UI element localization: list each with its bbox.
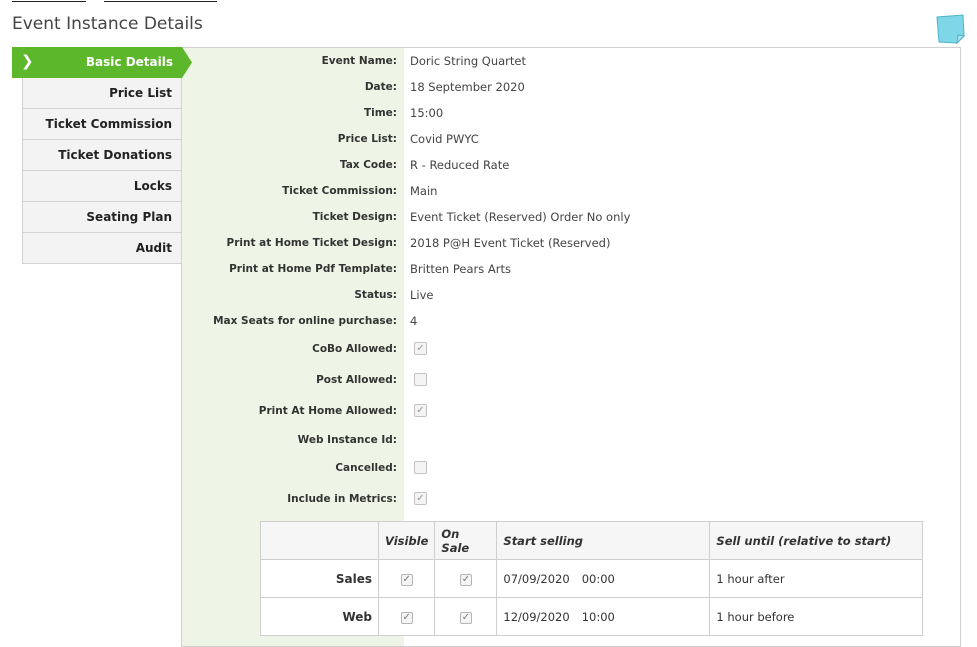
on-sale-checkbox[interactable]: ✓ <box>459 612 472 624</box>
field-include-metrics: Include in Metrics: ✓ <box>181 489 961 509</box>
field-label: CoBo Allowed: <box>312 343 397 355</box>
field-max-seats: Max Seats for online purchase: 4 <box>181 311 961 331</box>
start-date[interactable]: 12/09/2020 <box>503 610 569 624</box>
page-title: Event Instance Details <box>12 14 203 34</box>
field-status: Status: Live <box>181 285 961 305</box>
table-row: Web ✓ ✓ 12/09/2020 10:00 1 hour before <box>260 597 924 636</box>
field-label: Event Name: <box>321 55 397 67</box>
field-label: Ticket Design: <box>312 211 397 223</box>
field-value: Britten Pears Arts <box>410 262 511 276</box>
field-ticket-commission: Ticket Commission: Main <box>181 181 961 201</box>
start-selling-cell: 12/09/2020 10:00 <box>496 597 711 636</box>
sell-until-cell: 1 hour after <box>709 559 924 598</box>
field-value: Covid PWYC <box>410 132 479 146</box>
visible-cell: ✓ <box>377 559 436 598</box>
field-ticket-design: Ticket Design: Event Ticket (Reserved) Or… <box>181 207 961 227</box>
tab-ticket-donations[interactable]: Ticket Donations <box>22 140 182 171</box>
on-sale-checkbox[interactable]: ✓ <box>459 574 472 586</box>
field-label: Ticket Commission: <box>282 185 397 197</box>
field-cobo-allowed: CoBo Allowed: ✓ <box>181 339 961 359</box>
field-value: 2018 P@H Event Ticket (Reserved) <box>410 236 611 250</box>
start-selling-cell: 07/09/2020 00:00 <box>496 559 711 598</box>
channel-name: Web <box>260 597 379 636</box>
chevron-right-icon: ❯ <box>21 52 34 70</box>
sales-schedule-table: Visible On Sale Start selling Sell until… <box>260 521 924 636</box>
field-label: Print at Home Pdf Template: <box>229 263 397 275</box>
breadcrumb-link[interactable] <box>12 0 86 2</box>
visible-cell: ✓ <box>377 597 436 636</box>
table-row: Sales ✓ ✓ 07/09/2020 00:00 1 hour after <box>260 559 924 598</box>
field-label: Price List: <box>337 133 397 145</box>
tab-label: Basic Details <box>85 55 173 69</box>
field-value: Doric String Quartet <box>410 54 526 68</box>
visible-header: Visible <box>377 521 436 560</box>
field-cancelled: Cancelled: <box>181 458 961 478</box>
tab-ticket-commission[interactable]: Ticket Commission <box>22 109 182 140</box>
field-label: Include in Metrics: <box>287 493 397 505</box>
field-label: Print At Home Allowed: <box>258 405 397 417</box>
channel-name: Sales <box>260 559 379 598</box>
field-label: Print at Home Ticket Design: <box>226 237 397 249</box>
tab-seating-plan[interactable]: Seating Plan <box>22 202 182 233</box>
start-date[interactable]: 07/09/2020 <box>503 572 569 586</box>
tab-locks[interactable]: Locks <box>22 171 182 202</box>
field-value: Main <box>410 184 438 198</box>
field-pah-allowed: Print At Home Allowed: ✓ <box>181 401 961 421</box>
field-label: Time: <box>363 107 397 119</box>
field-pah-ticket-design: Print at Home Ticket Design: 2018 P@H Eve… <box>181 233 961 253</box>
tab-price-list[interactable]: Price List <box>22 78 182 109</box>
field-label: Status: <box>354 289 397 301</box>
field-value: Event Ticket (Reserved) Order No only <box>410 210 631 224</box>
field-value: Live <box>410 288 434 302</box>
on-sale-cell: ✓ <box>434 597 498 636</box>
start-time[interactable]: 10:00 <box>582 610 615 624</box>
sticky-note-icon[interactable] <box>934 14 966 45</box>
field-event-name: Event Name: Doric String Quartet <box>181 51 961 71</box>
sell-until-cell: 1 hour before <box>709 597 924 636</box>
field-value: 4 <box>410 314 418 328</box>
field-value: 15:00 <box>410 106 444 120</box>
field-label: Web Instance Id: <box>297 434 397 446</box>
pah-allowed-checkbox[interactable]: ✓ <box>414 404 427 417</box>
cobo-allowed-checkbox[interactable]: ✓ <box>414 342 427 355</box>
start-selling-header: Start selling <box>496 521 711 560</box>
visible-checkbox[interactable]: ✓ <box>400 574 413 586</box>
field-label: Cancelled: <box>335 462 397 474</box>
table-header-row: Visible On Sale Start selling Sell until… <box>260 521 924 560</box>
field-value: 18 September 2020 <box>410 80 525 94</box>
field-time: Time: 15:00 <box>181 103 961 123</box>
field-tax-code: Tax Code: R - Reduced Rate <box>181 155 961 175</box>
field-pah-pdf-template: Print at Home Pdf Template: Britten Pears… <box>181 259 961 279</box>
field-date: Date: 18 September 2020 <box>181 77 961 97</box>
tab-audit[interactable]: Audit <box>22 233 182 264</box>
field-label: Post Allowed: <box>316 374 397 386</box>
on-sale-header: On Sale <box>434 521 498 560</box>
tab-basic-details[interactable]: ❯ Basic Details <box>12 47 192 78</box>
field-label: Date: <box>364 81 397 93</box>
include-metrics-checkbox[interactable]: ✓ <box>414 492 427 505</box>
field-label: Max Seats for online purchase: <box>213 315 397 327</box>
field-value: R - Reduced Rate <box>410 158 510 172</box>
field-label: Tax Code: <box>339 159 397 171</box>
breadcrumb-link[interactable] <box>104 0 217 2</box>
field-price-list: Price List: Covid PWYC <box>181 129 961 149</box>
start-time[interactable]: 00:00 <box>582 572 615 586</box>
sell-until-header: Sell until (relative to start) <box>709 521 924 560</box>
post-allowed-checkbox[interactable] <box>414 373 427 386</box>
cancelled-checkbox[interactable] <box>414 461 427 474</box>
on-sale-cell: ✓ <box>434 559 498 598</box>
row-name-header <box>260 521 379 560</box>
field-post-allowed: Post Allowed: <box>181 370 961 390</box>
visible-checkbox[interactable]: ✓ <box>400 612 413 624</box>
field-web-instance-id: Web Instance Id: <box>181 430 961 450</box>
